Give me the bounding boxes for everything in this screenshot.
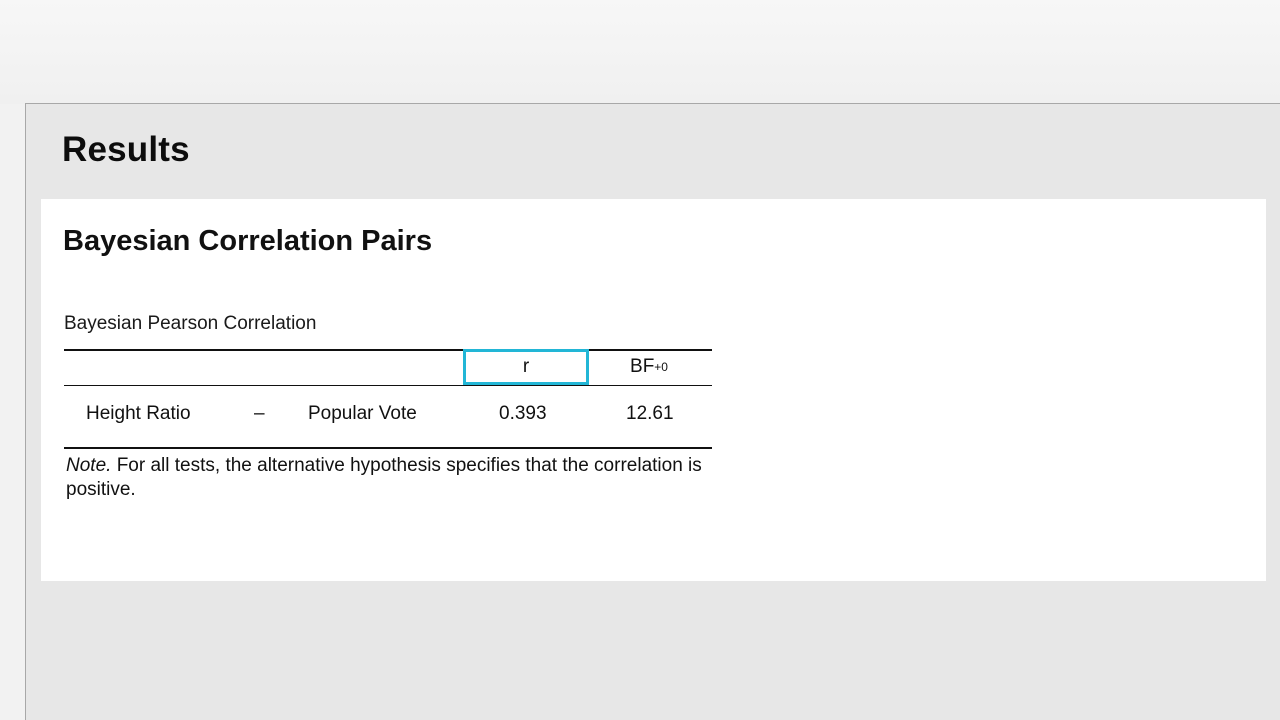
table-header-rule [64,385,712,386]
column-header-bf[interactable]: BF +0 [604,349,694,385]
toolbar-area [0,0,1280,104]
analysis-title[interactable]: Bayesian Correlation Pairs [63,225,432,258]
table-bottom-rule [64,447,712,449]
cell-variable-2: Popular Vote [308,403,417,424]
column-header-r-label: r [522,356,530,377]
table-footnote: Note. For all tests, the alternative hyp… [66,454,726,502]
cell-bf-value: 12.61 [626,403,674,424]
column-header-r[interactable]: r [463,349,589,385]
cell-r-value: 0.393 [499,403,547,424]
table-footnote-label: Note. [66,455,112,476]
table-footnote-text: For all tests, the alternative hypothesi… [66,455,702,500]
cell-pair-separator: – [254,403,265,424]
column-header-bf-label: BF [630,356,655,377]
table-caption[interactable]: Bayesian Pearson Correlation [64,313,316,335]
results-title: Results [62,130,190,169]
results-pane: Results Bayesian Correlation Pairs Bayes… [25,103,1280,720]
cell-variable-1: Height Ratio [86,403,191,424]
column-header-bf-subscript: +0 [654,360,668,374]
analysis-output-card: Bayesian Correlation Pairs Bayesian Pear… [41,199,1266,581]
